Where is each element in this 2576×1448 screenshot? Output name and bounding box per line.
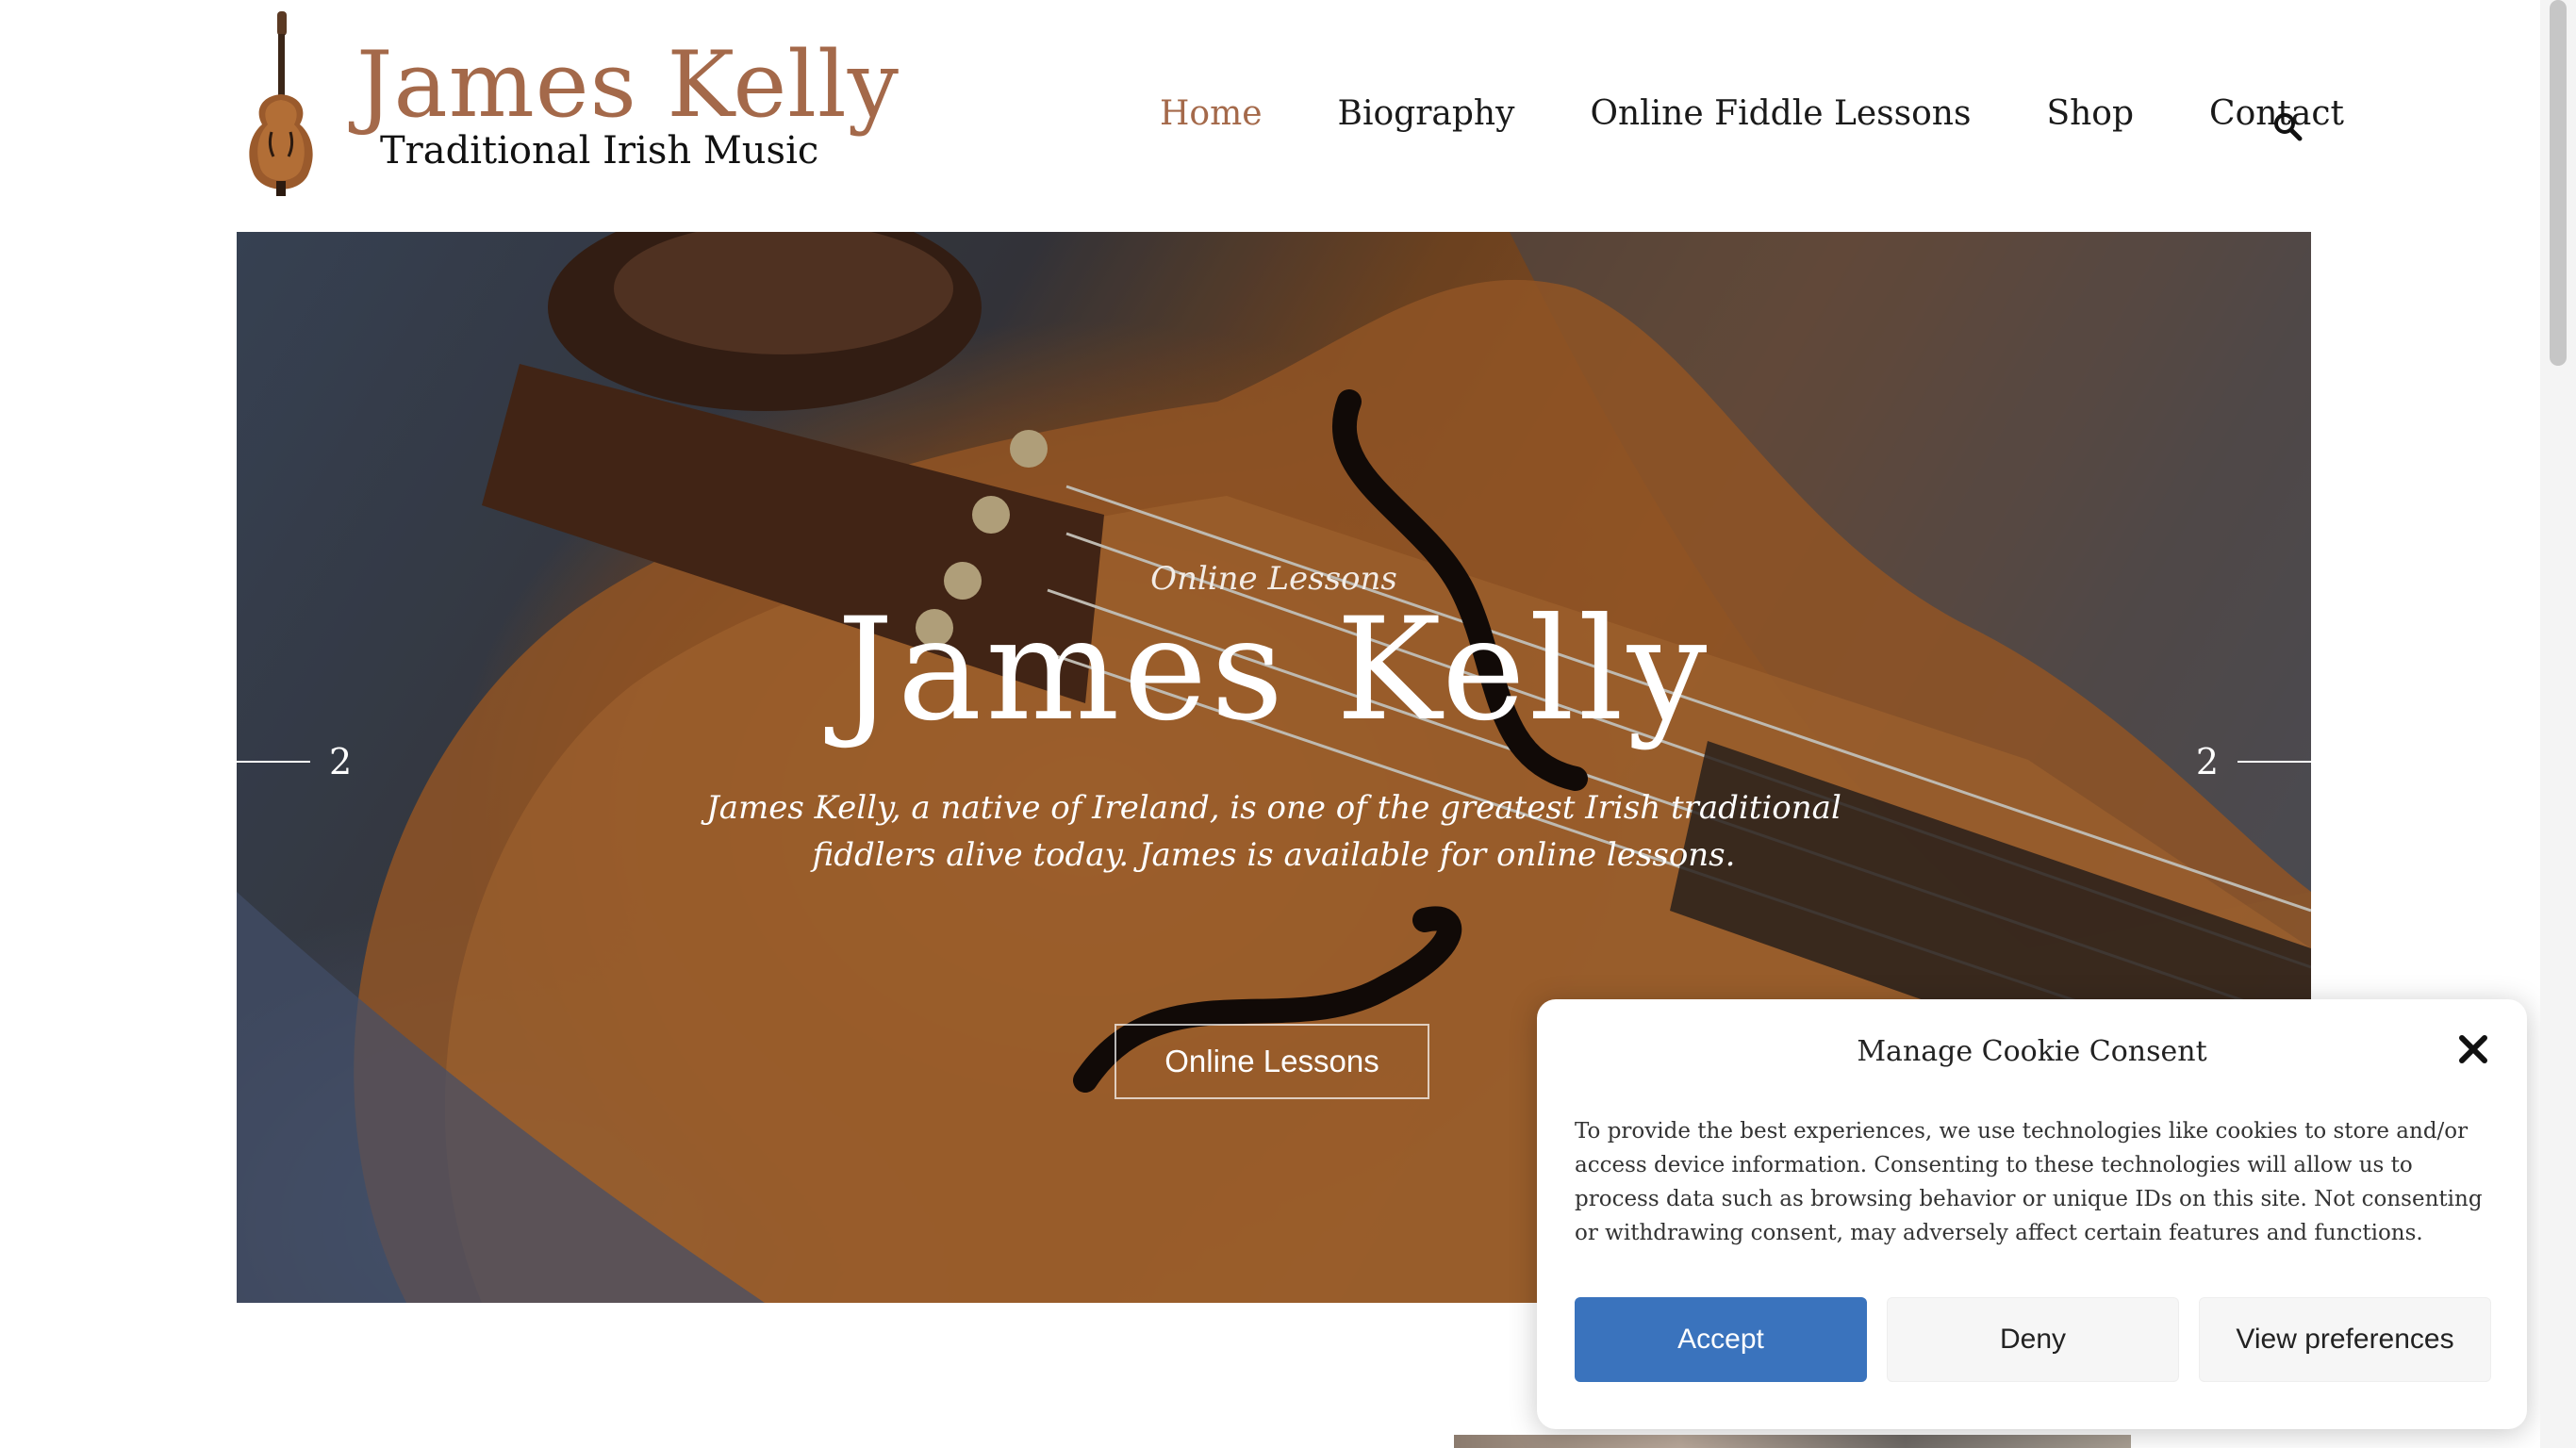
slider-next-line (2237, 761, 2311, 763)
deny-button[interactable]: Deny (1887, 1297, 2179, 1382)
slider-next-button[interactable]: 2 (2177, 741, 2311, 782)
slider-next-number: 2 (2195, 741, 2219, 782)
hero-description: James Kelly, a native of Ireland, is one… (706, 789, 1841, 874)
cookie-consent-dialog: Manage Cookie Consent To provide the bes… (1537, 999, 2527, 1429)
nav-online-fiddle-lessons[interactable]: Online Fiddle Lessons (1590, 94, 1971, 133)
brand-title[interactable]: James Kelly (356, 40, 900, 130)
nav-biography[interactable]: Biography (1338, 94, 1515, 133)
cookie-title: Manage Cookie Consent (1857, 1035, 2207, 1068)
nav-home[interactable]: Home (1160, 94, 1263, 133)
search-icon[interactable] (2272, 111, 2303, 141)
slider-prev-line (237, 761, 310, 763)
nav-shop[interactable]: Shop (2046, 94, 2134, 133)
slider-prev-button[interactable]: 2 (237, 741, 371, 782)
scrollbar-thumb[interactable] (2550, 0, 2567, 366)
content-image-preview (1454, 1435, 2131, 1448)
site-logo[interactable]: James Kelly Traditional Irish Music (234, 9, 899, 217)
violin-logo-icon (249, 11, 313, 196)
brand-subtitle: Traditional Irish Music (380, 129, 819, 173)
slider-prev-number: 2 (329, 741, 353, 782)
cookie-buttons: Accept Deny View preferences (1575, 1297, 2511, 1382)
hero-title: James Kelly (836, 588, 1711, 752)
online-lessons-button[interactable]: Online Lessons (1115, 1024, 1429, 1099)
page-scrollbar[interactable] (2540, 0, 2576, 1448)
cookie-text: To provide the best experiences, we use … (1575, 1119, 2483, 1245)
main-nav: Home Biography Online Fiddle Lessons Sho… (1160, 94, 2419, 133)
close-icon[interactable] (2457, 1033, 2489, 1065)
accept-button[interactable]: Accept (1575, 1297, 1867, 1382)
view-preferences-button[interactable]: View preferences (2199, 1297, 2491, 1382)
